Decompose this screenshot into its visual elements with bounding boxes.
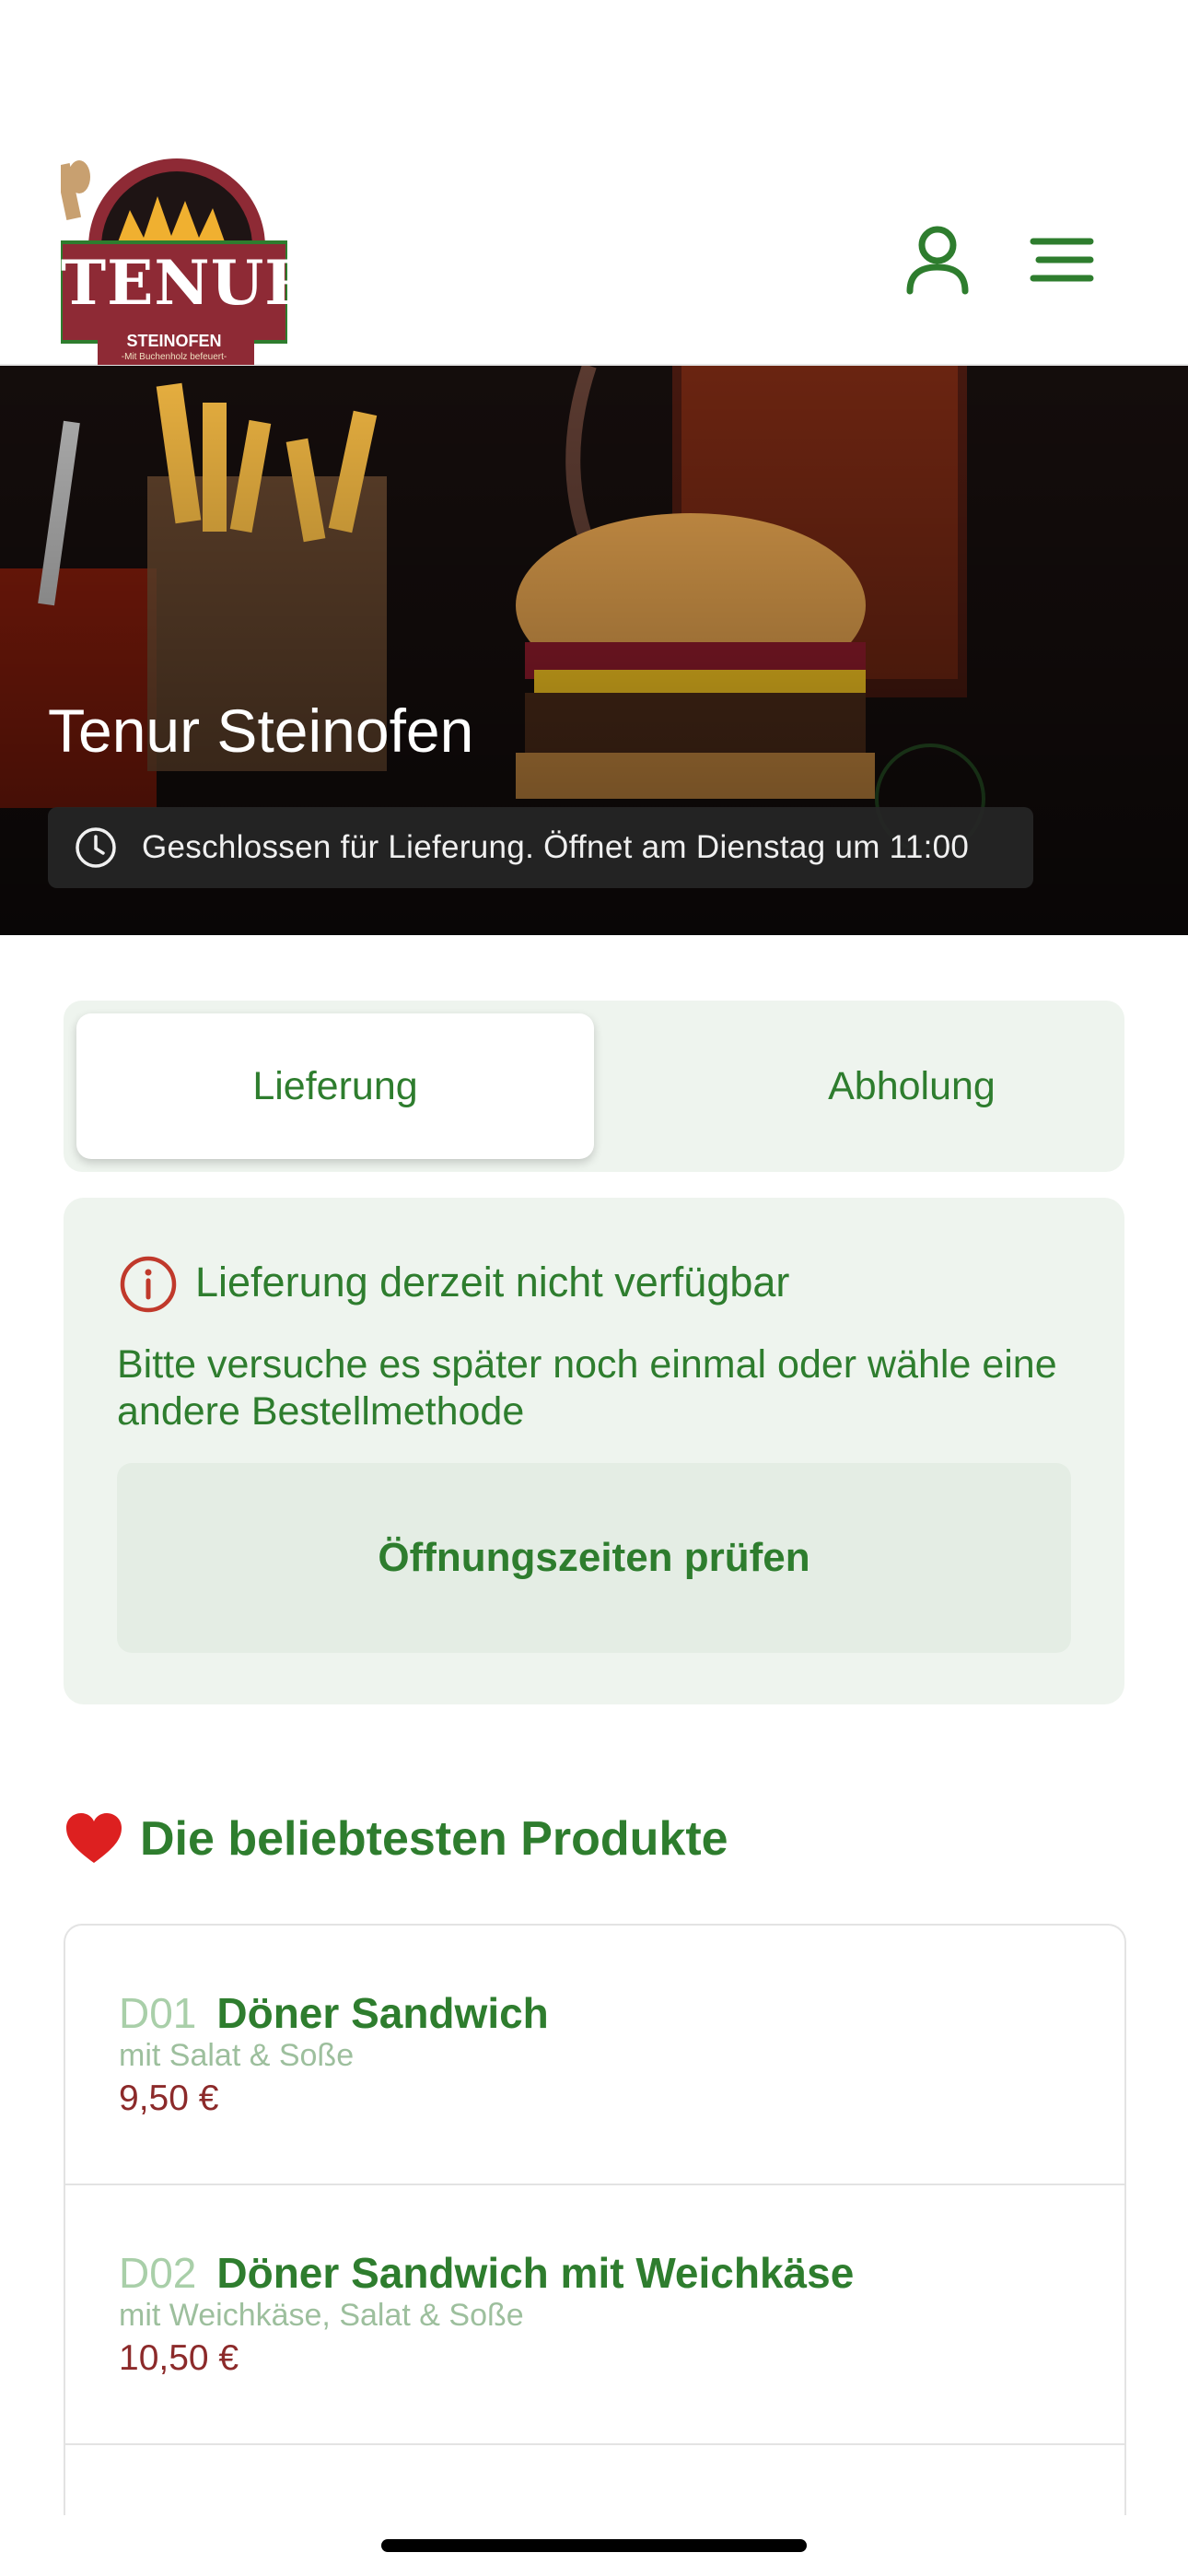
home-indicator[interactable] [381,2539,807,2552]
popular-section-header: Die beliebtesten Produkte [64,1811,728,1867]
product-name: Döner Sandwich mit Weichkäse [216,2249,855,2297]
product-name: Döner Sandwich [216,1989,549,2037]
logo-tagline: -Mit Buchenholz befeuert- [121,352,227,362]
product-item[interactable]: D02 Döner Sandwich mit Weichkäse mit Wei… [65,2185,1124,2445]
product-description: mit Salat & Soße [119,2038,355,2073]
notice-title: Lieferung derzeit nicht verfügbar [195,1259,790,1306]
order-mode-toggle: Lieferung Abholung [64,1001,1124,1172]
menu-icon[interactable] [1026,221,1103,299]
product-code: D01 [119,1989,197,2037]
product-price: 10,50 € [119,2338,239,2378]
delivery-status-badge: Geschlossen für Lieferung. Öffnet am Die… [48,807,1033,888]
check-hours-button[interactable]: Öffnungszeiten prüfen [117,1463,1071,1653]
tab-abholung[interactable]: Abholung [653,1013,1171,1159]
product-description: mit Weichkäse, Salat & Soße [119,2298,524,2333]
logo-text: TENUR [61,247,317,319]
product-price: 9,50 € [119,2078,219,2118]
app-header: TENUR STEINOFEN -Mit Buchenholz befeuert… [0,0,1188,366]
product-code: D02 [119,2249,197,2297]
clock-icon [76,827,116,868]
heart-icon [66,1813,122,1863]
product-item[interactable]: D01 Döner Sandwich mit Salat & Soße 9,50… [65,1926,1124,2185]
status-text: Geschlossen für Lieferung. Öffnet am Die… [142,829,970,865]
logo-subtitle: STEINOFEN [126,332,222,350]
notice-body: Bitte versuche es später noch einmal ode… [117,1342,1057,1434]
user-icon[interactable] [899,221,976,299]
info-icon [120,1256,177,1313]
restaurant-title: Tenur Steinofen [48,697,474,765]
popular-section-title: Die beliebtesten Produkte [140,1812,728,1866]
tab-lieferung[interactable]: Lieferung [76,1013,594,1159]
unavailable-notice: Lieferung derzeit nicht verfügbar Bitte … [64,1198,1124,1704]
popular-products-list: D01 Döner Sandwich mit Salat & Soße 9,50… [64,1924,1126,2515]
